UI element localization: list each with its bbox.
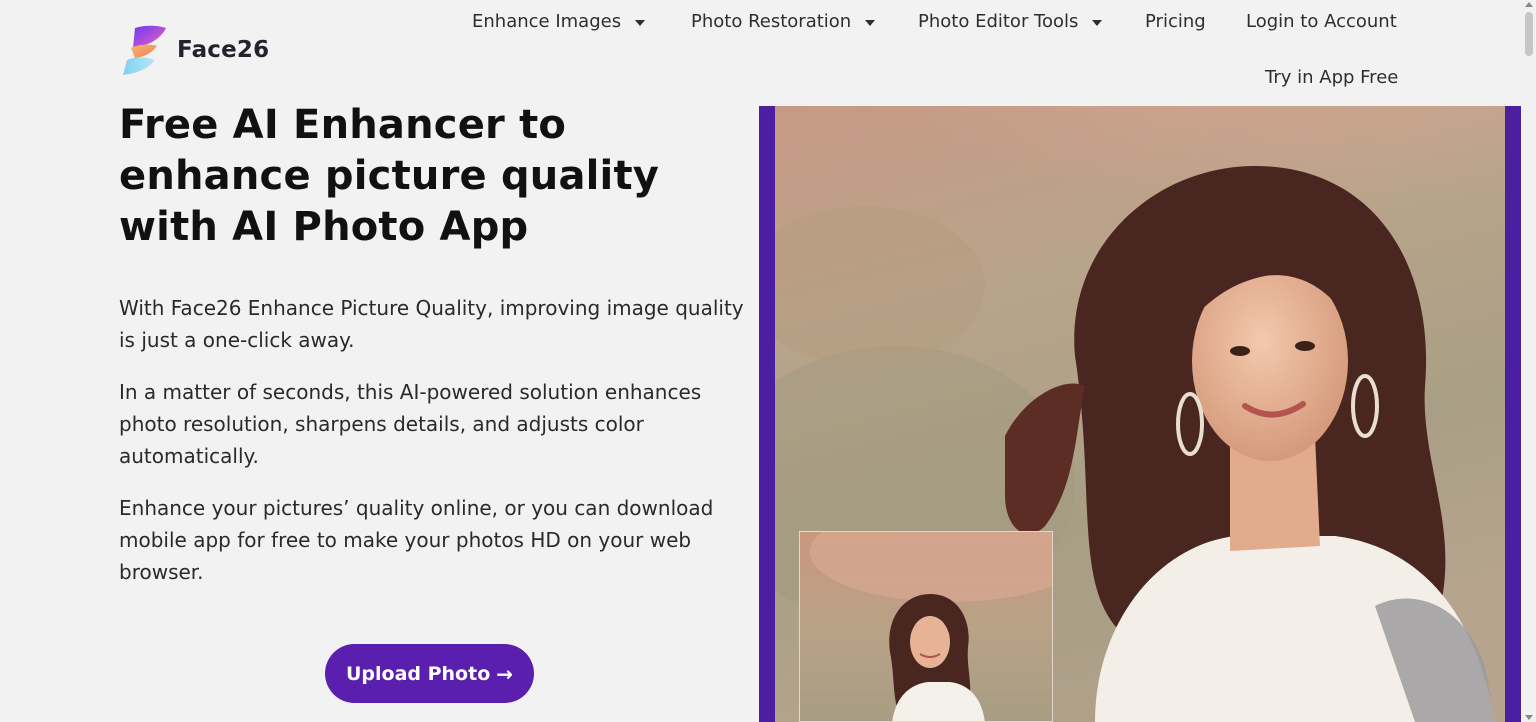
hero-paragraph-3: Enhance your pictures’ quality online, o…: [119, 496, 714, 584]
nav-pricing-label: Pricing: [1145, 11, 1206, 32]
nav-enhance-images-label: Enhance Images: [472, 11, 622, 32]
scrollbar-thumb[interactable]: [1525, 12, 1533, 56]
nav-enhance-images[interactable]: Enhance Images: [472, 9, 646, 35]
hero-paragraph-1: With Face26 Enhance Picture Quality, imp…: [119, 296, 744, 352]
page-scrollbar[interactable]: [1522, 0, 1536, 722]
upload-photo-button[interactable]: Upload Photo →: [325, 644, 534, 703]
nav-login-label: Login to Account: [1246, 11, 1397, 32]
nav-photo-editor-tools-label: Photo Editor Tools: [918, 11, 1079, 32]
nav-photo-restoration[interactable]: Photo Restoration: [691, 9, 876, 35]
nav-login[interactable]: Login to Account: [1246, 9, 1397, 35]
chevron-down-icon: [635, 20, 646, 26]
nav-photo-restoration-label: Photo Restoration: [691, 11, 852, 32]
upload-photo-label: Upload Photo: [345, 662, 491, 685]
arrow-right-icon: →: [496, 661, 514, 686]
scroll-up-arrow-icon[interactable]: [1525, 2, 1533, 7]
thumbnail-photo-illustration: [800, 532, 1052, 721]
main-nav: Enhance Images Photo Restoration Photo E…: [0, 9, 1536, 37]
brand-name: Face26: [177, 37, 270, 63]
before-thumbnail-photo: [799, 531, 1053, 722]
nav-pricing[interactable]: Pricing: [1145, 9, 1206, 35]
hero-title: Free AI Enhancer to enhance picture qual…: [119, 102, 660, 250]
try-app-free-link[interactable]: Try in App Free: [1265, 65, 1398, 91]
scroll-down-arrow-icon[interactable]: [1525, 715, 1533, 720]
chevron-down-icon: [1092, 20, 1103, 26]
chevron-down-icon: [865, 20, 876, 26]
nav-photo-editor-tools[interactable]: Photo Editor Tools: [918, 9, 1103, 35]
hero-paragraph-2: In a matter of seconds, this AI-powered …: [119, 380, 702, 468]
